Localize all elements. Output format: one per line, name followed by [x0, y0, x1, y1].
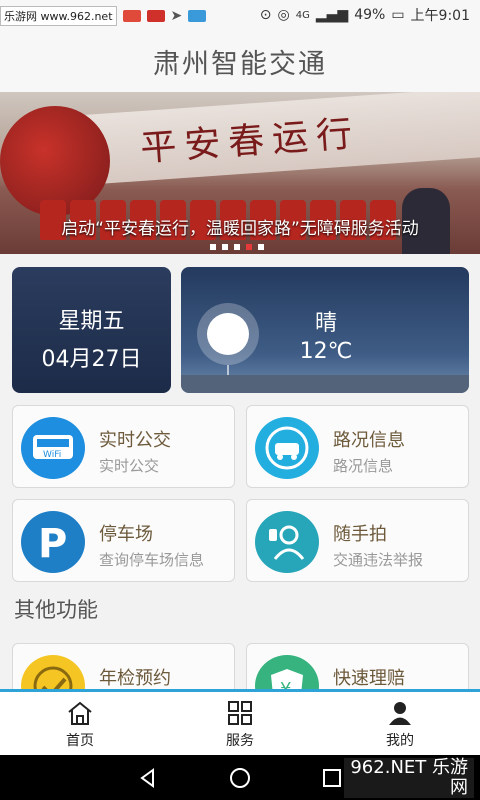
- weather-desc: 晴: [314, 311, 337, 336]
- battery-icon: ▭: [391, 7, 405, 23]
- notification-icon: [146, 10, 165, 22]
- battery-label: 49%: [354, 7, 386, 23]
- carousel-dot-active[interactable]: [246, 244, 252, 250]
- wifi-icon: ◎: [277, 7, 290, 23]
- user-icon: [389, 701, 411, 725]
- brand-watermark: 962.NET 乐游网: [344, 758, 474, 798]
- date-label: 04月27日: [41, 347, 142, 372]
- tile-subtitle: 查询停车场信息: [99, 551, 205, 569]
- tile-parking[interactable]: P 停车场 查询停车场信息: [12, 499, 235, 582]
- clock: 上午9:01: [410, 8, 470, 24]
- banner-caption: 启动“平安春运行，温暖回家路”无障碍服务活动: [61, 219, 419, 239]
- tile-title: 快速理赔: [333, 668, 405, 689]
- svg-text:WiFi: WiFi: [43, 450, 61, 460]
- tab-home[interactable]: 首页: [0, 692, 160, 755]
- tile-title: 路况信息: [333, 430, 405, 451]
- carousel-dots[interactable]: [210, 244, 264, 250]
- tile-subtitle: 实时公交: [99, 457, 160, 475]
- signal-icon: ▂▄▆: [315, 7, 349, 23]
- carousel-dot[interactable]: [258, 244, 264, 250]
- tile-road-info[interactable]: 路况信息 路况信息: [246, 405, 469, 488]
- tile-snapshot-report[interactable]: 随手拍 交通违法举报: [246, 499, 469, 582]
- weather-card[interactable]: 晴 12℃: [181, 267, 469, 393]
- weekday-label: 星期五: [58, 309, 125, 334]
- carousel-dot[interactable]: [234, 244, 240, 250]
- svg-text:P: P: [38, 521, 67, 567]
- grid-icon: [228, 700, 252, 725]
- parking-icon: P: [21, 511, 85, 573]
- tile-title: 随手拍: [333, 524, 387, 545]
- tab-bar: 首页 服务 我的: [0, 689, 480, 755]
- date-card: 星期五 04月27日: [12, 267, 171, 393]
- tile-title: 停车场: [99, 524, 153, 545]
- carousel-dot[interactable]: [222, 244, 228, 250]
- weather-temp: 12℃: [299, 339, 353, 364]
- send-icon: ➤: [170, 8, 183, 24]
- back-icon[interactable]: [137, 767, 159, 789]
- app-title: 肃州智能交通: [153, 48, 327, 80]
- tab-mine[interactable]: 我的: [320, 692, 480, 755]
- notification-icon: [122, 10, 141, 22]
- home-icon: [68, 701, 92, 725]
- recents-icon[interactable]: [321, 767, 343, 789]
- location-icon: ⊙: [259, 7, 272, 23]
- tile-realtime-bus[interactable]: WiFi 实时公交 实时公交: [12, 405, 235, 488]
- tab-label: 首页: [66, 732, 94, 749]
- bus-wifi-icon: WiFi: [21, 417, 85, 479]
- home-nav-icon[interactable]: [229, 767, 251, 789]
- tile-subtitle: 路况信息: [333, 457, 394, 475]
- app-header: 肃州智能交通: [0, 30, 480, 92]
- watermark-label: 乐游网 www.962.net: [0, 6, 117, 26]
- carousel-dot[interactable]: [210, 244, 216, 250]
- sun-icon: [197, 303, 259, 365]
- person-phone-icon: [255, 511, 319, 573]
- tile-title: 实时公交: [99, 430, 171, 451]
- car-location-icon: [255, 417, 319, 479]
- network-label: 4G: [295, 9, 310, 21]
- tab-services[interactable]: 服务: [160, 692, 320, 755]
- tile-subtitle: 交通违法举报: [333, 551, 424, 569]
- app-icon: [188, 10, 207, 22]
- status-bar: 乐游网 www.962.net ➤ ⊙ ◎ 4G ▂▄▆ 49% ▭ 上午9:0…: [0, 0, 480, 30]
- tile-title: 年检预约: [99, 668, 171, 689]
- tab-label: 服务: [226, 732, 254, 749]
- section-title: 其他功能: [14, 598, 98, 622]
- tab-label: 我的: [386, 732, 414, 749]
